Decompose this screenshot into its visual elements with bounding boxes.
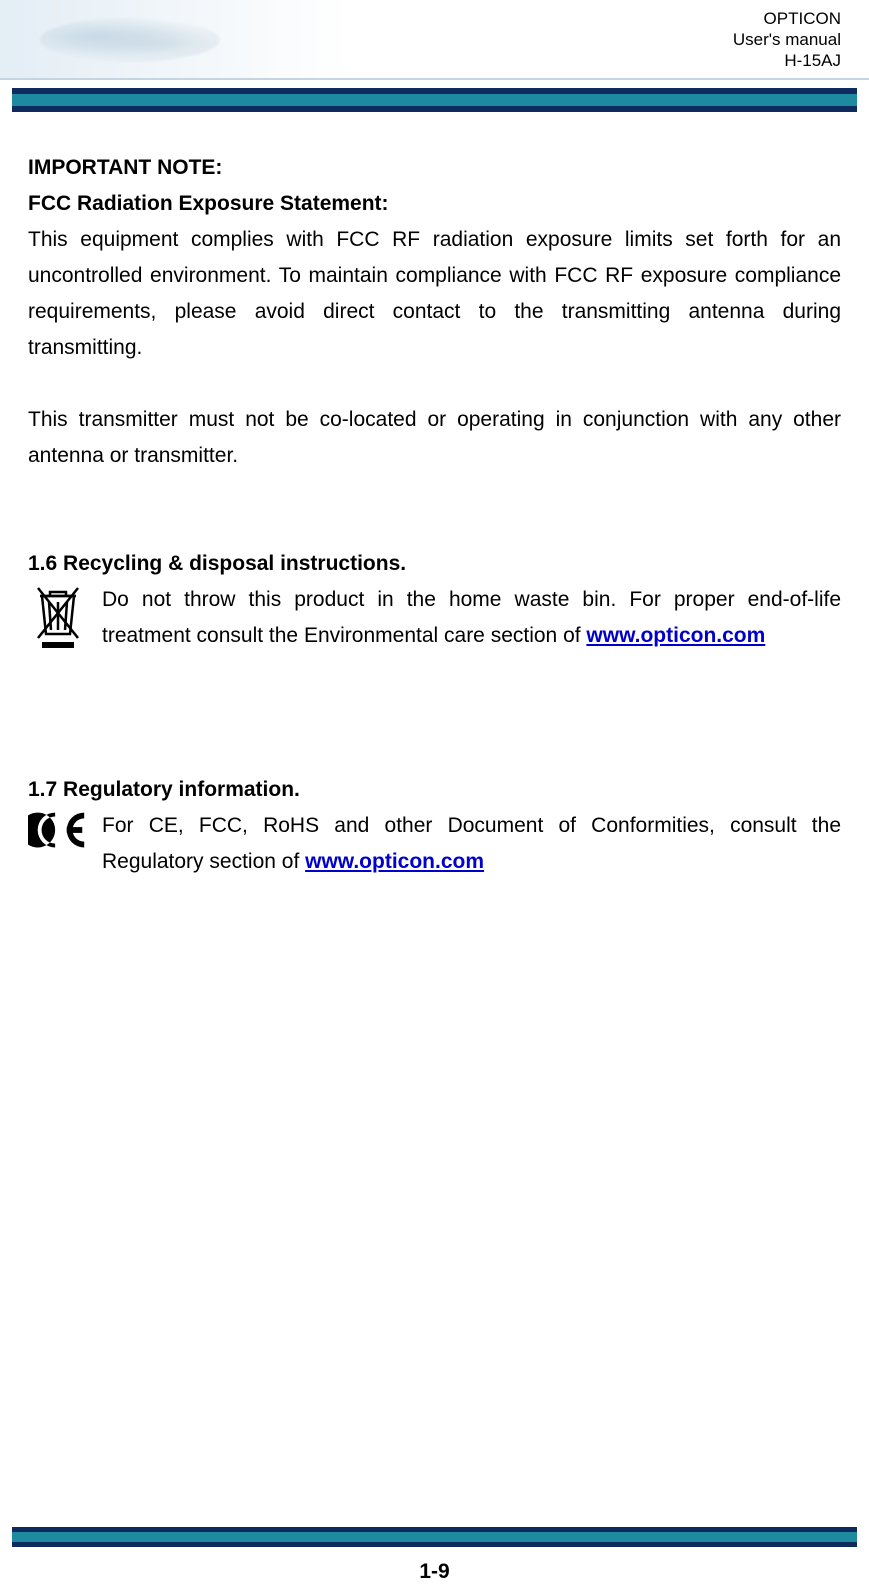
weee-bin-icon (28, 582, 90, 664)
fcc-paragraph-2: This transmitter must not be co-located … (28, 402, 841, 474)
section-16-block: Do not throw this product in the home wa… (28, 582, 841, 664)
opticon-link-2[interactable]: www.opticon.com (305, 850, 484, 873)
section-17-text: For CE, FCC, RoHS and other Document of … (102, 808, 841, 880)
fcc-heading: FCC Radiation Exposure Statement: (28, 186, 841, 222)
opticon-link-1[interactable]: www.opticon.com (586, 624, 765, 647)
header-subtitle: User's manual (733, 29, 841, 50)
page-number: 1-9 (0, 1560, 869, 1584)
header-brand: OPTICON (733, 8, 841, 29)
section-16-heading: 1.6 Recycling & disposal instructions. (28, 546, 841, 582)
important-note-label: IMPORTANT NOTE: (28, 150, 841, 186)
footer-bar-mid (12, 1532, 857, 1542)
section-17-block: For CE, FCC, RoHS and other Document of … (28, 808, 841, 880)
header-bar-bottom (12, 106, 857, 112)
ce-mark-icon (28, 808, 90, 864)
header-text-block: OPTICON User's manual H-15AJ (733, 8, 841, 71)
section-16-text: Do not throw this product in the home wa… (102, 582, 841, 654)
footer-bar-bottom (12, 1542, 857, 1547)
header-model: H-15AJ (733, 50, 841, 71)
fcc-paragraph-1: This equipment complies with FCC RF radi… (28, 222, 841, 366)
content-area: IMPORTANT NOTE: FCC Radiation Exposure S… (28, 150, 841, 880)
section-17-heading: 1.7 Regulatory information. (28, 772, 841, 808)
header-bar-mid (12, 94, 857, 106)
